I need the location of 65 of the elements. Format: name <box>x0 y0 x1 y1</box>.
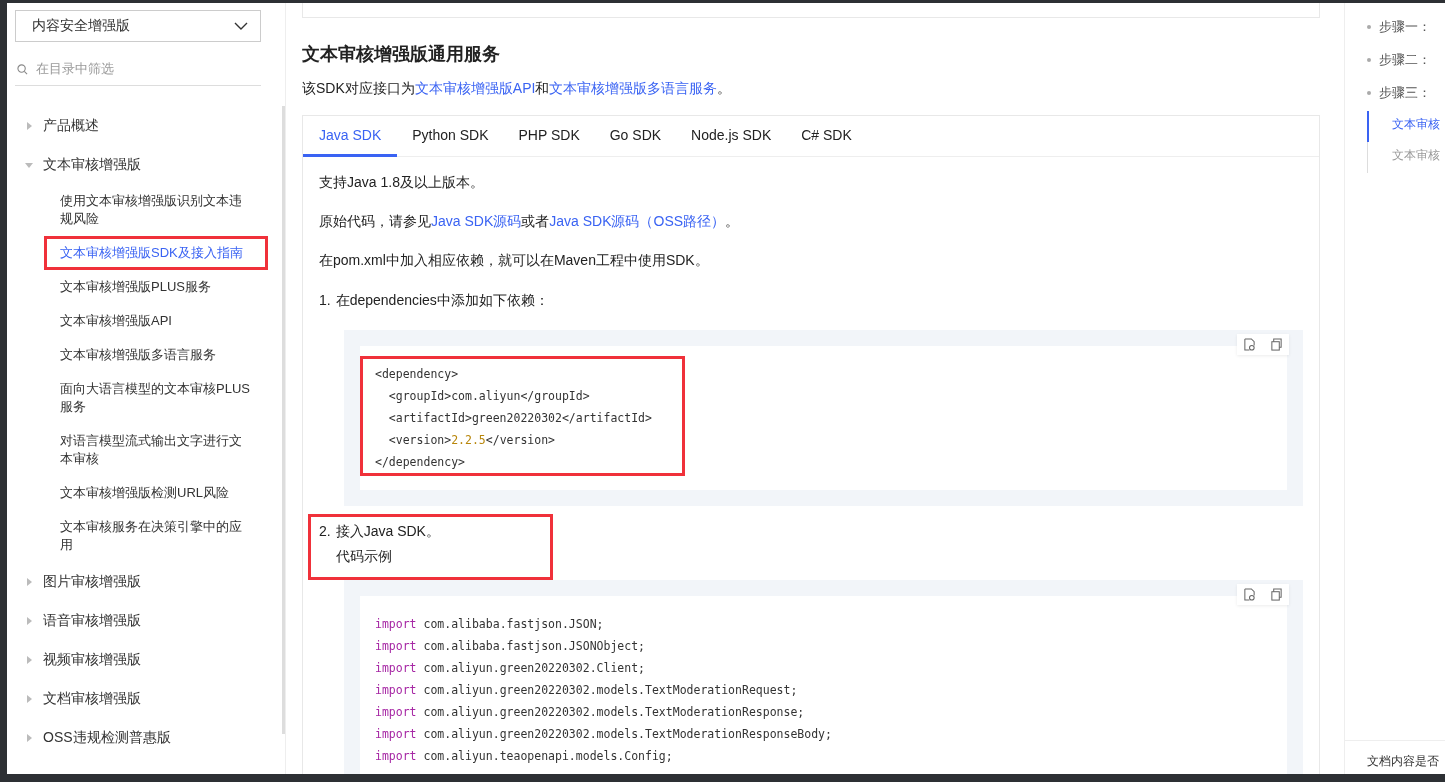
code-line: import com.aliyun.green20220302.Client; <box>375 660 647 677</box>
code-line: </dependency> <box>375 454 466 471</box>
step-text: 2. 接入Java SDK。 代码示例 <box>308 514 553 580</box>
code-line: import com.alibaba.fastjson.JSONObject; <box>375 638 647 655</box>
code-line: import com.aliyun.green20220302.models.TextModerationRequest; <box>375 682 799 699</box>
sidebar-item[interactable]: 文本审核增强版SDK及接入指南 <box>44 236 268 270</box>
code-line: <groupId>com.aliyun</groupId> <box>387 388 591 405</box>
body-text: 在pom.xml中加入相应依赖，就可以在Maven工程中使用SDK。 <box>319 252 710 270</box>
caret-right-icon <box>25 733 33 742</box>
body-text: 原始代码，请参见Java SDK源码或者Java SDK源码（OSS路径）。 <box>319 213 741 231</box>
sdk-tab[interactable]: Java SDK <box>303 116 398 157</box>
doc-link[interactable]: 文本审核增强版API <box>414 80 536 96</box>
caret-right-icon <box>25 577 33 586</box>
tree-item[interactable]: 文本审核增强版 <box>7 145 282 184</box>
sidebar-item[interactable]: 文本审核增强版多语言服务 <box>44 338 268 372</box>
code-line: <dependency> <box>375 366 460 383</box>
toc-item[interactable]: 文本审核 <box>1367 111 1445 142</box>
sdk-tab[interactable]: Node.js SDK <box>676 116 787 157</box>
sidebar-item[interactable]: 文本审核增强版API <box>44 304 268 338</box>
toc-item[interactable]: 步骤一： <box>1345 10 1445 43</box>
tree-item[interactable]: OSS违规检测普惠版 <box>7 718 282 757</box>
caret-right-icon <box>25 616 33 625</box>
intro-text: 该SDK对应接口为文本审核增强版API和文本审核增强版多语言服务。 <box>302 80 733 98</box>
preview-icon[interactable] <box>1243 588 1256 601</box>
sdk-tab[interactable]: PHP SDK <box>503 116 595 157</box>
doc-link[interactable]: Java SDK源码（OSS路径） <box>549 213 726 229</box>
copy-icon[interactable] <box>1270 588 1283 601</box>
sdk-tab[interactable]: Python SDK <box>397 116 504 157</box>
sidebar-item[interactable]: 对语言模型流式输出文字进行文本审核 <box>44 424 268 476</box>
tree-item[interactable]: 图片审核增强版 <box>7 562 282 601</box>
tree-item[interactable]: 文档审核增强版 <box>7 679 282 718</box>
code-line: import com.aliyun.green20220302.models.TextModerationResponse; <box>375 704 806 721</box>
search-icon <box>17 63 28 75</box>
caret-right-icon <box>25 121 33 130</box>
code-line: import com.alibaba.fastjson.JSON; <box>375 616 605 633</box>
section-heading: 文本审核增强版通用服务 <box>302 43 501 66</box>
caret-right-icon <box>25 655 33 664</box>
sidebar-item[interactable]: 使用文本审核增强版识别文本违规风险 <box>44 184 268 236</box>
doc-link[interactable]: Java SDK源码 <box>431 213 522 229</box>
sidebar-item[interactable]: 文本审核增强版检测URL风险 <box>44 476 268 510</box>
tree-item[interactable]: 产品概述 <box>7 106 282 145</box>
tree-item[interactable]: 语音审核增强版 <box>7 601 282 640</box>
scrollbar[interactable] <box>282 106 285 734</box>
sdk-tab[interactable]: Go SDK <box>594 116 677 157</box>
code-line: <version>2.2.5</version> <box>387 432 557 449</box>
body-text: 支持Java 1.8及以上版本。 <box>319 174 485 192</box>
code-line: import com.aliyun.green20220302.models.TextModerationResponseBody; <box>375 726 832 743</box>
product-dropdown[interactable]: 内容安全增强版 <box>15 10 261 42</box>
doc-link[interactable]: 文本审核增强版多语言服务 <box>549 80 718 96</box>
toc-item[interactable]: 步骤三： <box>1345 76 1445 109</box>
copy-icon[interactable] <box>1270 338 1283 351</box>
sdk-tab[interactable]: C# SDK <box>786 116 867 157</box>
chevron-down-icon <box>234 22 248 30</box>
code-line: import com.aliyun.teaopenapi.models.Config; <box>375 748 674 765</box>
feedback-text: 文档内容是否 <box>1345 740 1445 774</box>
sidebar-item[interactable]: 文本审核增强版PLUS服务 <box>44 270 268 304</box>
code-line: <artifactId>green20220302</artifactId> <box>387 410 652 427</box>
toc-item[interactable]: 步骤二： <box>1345 43 1445 76</box>
tree-item[interactable]: 视频审核增强版 <box>7 640 282 679</box>
sidebar-item[interactable]: 面向大语言模型的文本审核PLUS服务 <box>44 372 268 424</box>
caret-right-icon <box>25 694 33 703</box>
sidebar-item[interactable]: 文本审核服务在决策引擎中的应用 <box>44 510 268 562</box>
step-text: 1. 在dependencies中添加如下依赖： <box>318 291 550 310</box>
preview-icon[interactable] <box>1243 338 1256 351</box>
caret-down-icon <box>25 160 33 169</box>
